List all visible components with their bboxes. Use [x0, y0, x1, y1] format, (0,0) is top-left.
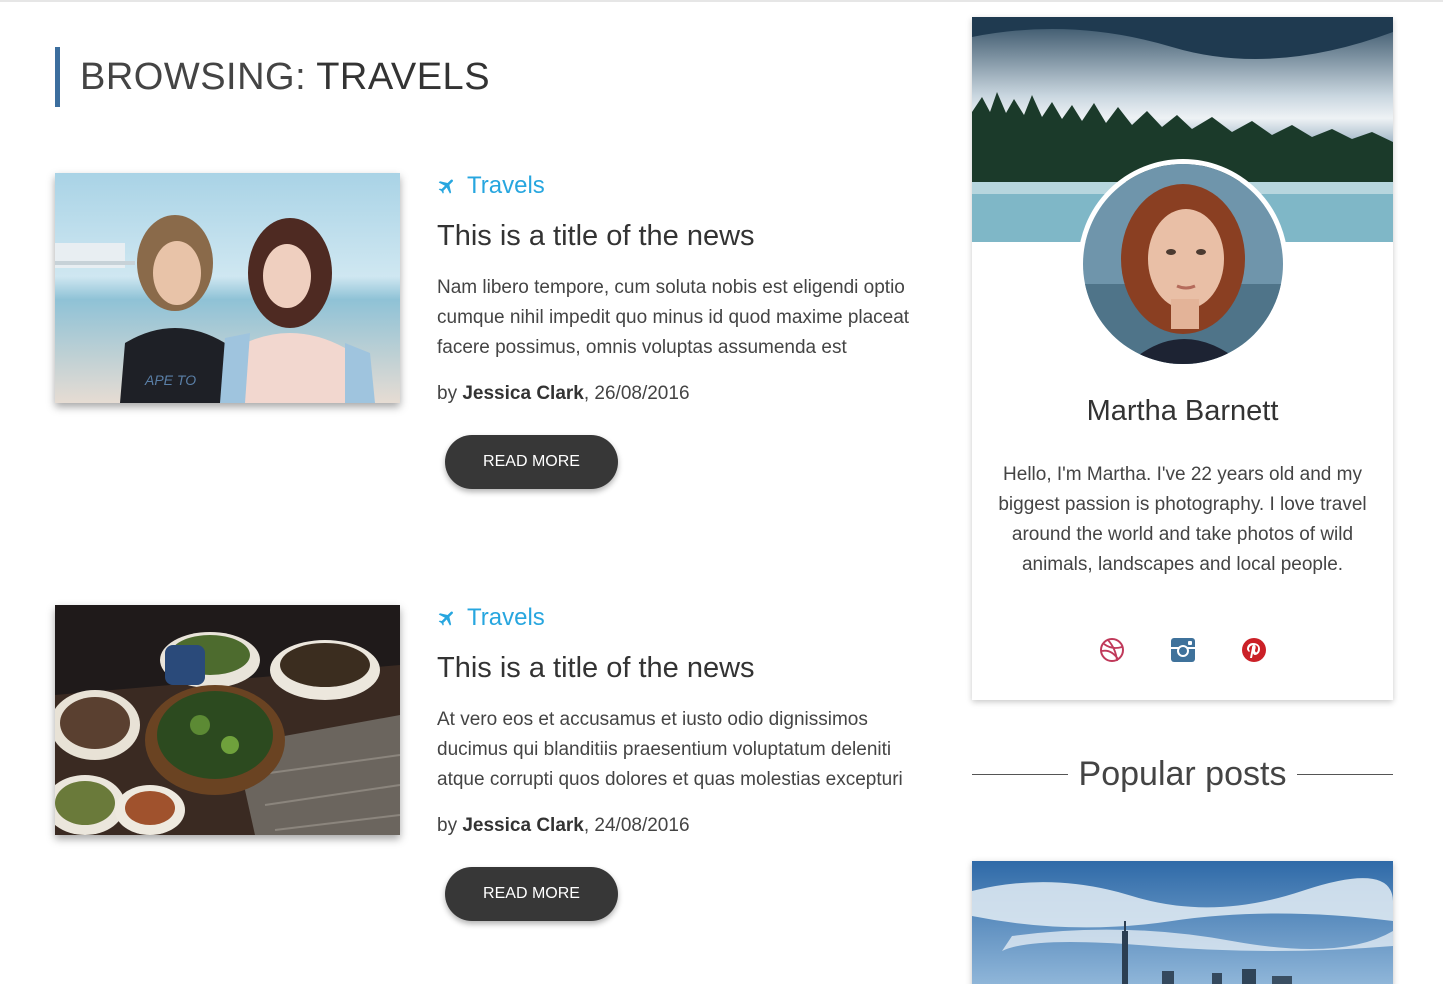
post-card: Travels This is a title of the news At v…	[437, 604, 937, 921]
page-title-term: TRAVELS	[316, 55, 491, 98]
popular-posts-title: Popular posts	[1078, 755, 1287, 793]
page-title-prefix: BROWSING:	[80, 55, 307, 98]
post-date: , 26/08/2016	[583, 383, 690, 404]
instagram-icon[interactable]	[1170, 637, 1196, 663]
airplane-icon	[438, 611, 453, 626]
post-meta: by Jessica Clark, 26/08/2016	[437, 383, 937, 405]
post-by: by	[437, 815, 458, 836]
page-title: BROWSING: TRAVELS	[55, 47, 490, 107]
post-by: by	[437, 383, 458, 404]
profile-bio: Hello, I'm Martha. I've 22 years old and…	[998, 464, 1367, 575]
profile-card: Martha Barnett Hello, I'm Martha. I've 2…	[972, 17, 1393, 700]
post-excerpt: At vero eos et accusamus et iusto odio d…	[437, 709, 903, 790]
popular-posts-heading: Popular posts	[972, 755, 1393, 794]
post-title[interactable]: This is a title of the news	[437, 652, 937, 685]
post-meta: by Jessica Clark, 24/08/2016	[437, 815, 937, 837]
svg-text:APE TO: APE TO	[144, 372, 196, 388]
post-thumbnail[interactable]: APE TO	[55, 173, 400, 403]
post-category-label: Travels	[467, 604, 545, 631]
social-links	[972, 637, 1393, 663]
airplane-icon	[438, 179, 453, 194]
profile-name: Martha Barnett	[1086, 395, 1279, 427]
post-category[interactable]: Travels	[437, 604, 937, 632]
read-more-button[interactable]: READ MORE	[445, 435, 618, 489]
read-more-button[interactable]: READ MORE	[445, 867, 618, 921]
post-category-label: Travels	[467, 172, 545, 199]
post-title[interactable]: This is a title of the news	[437, 220, 937, 253]
pinterest-icon[interactable]	[1241, 637, 1267, 663]
divider	[1297, 774, 1393, 775]
popular-post-thumbnail[interactable]	[972, 861, 1393, 984]
post-author[interactable]: Jessica Clark	[462, 815, 584, 836]
post-excerpt: Nam libero tempore, cum soluta nobis est…	[437, 277, 910, 358]
dribbble-icon[interactable]	[1099, 637, 1125, 663]
avatar[interactable]	[1078, 159, 1288, 369]
divider	[972, 774, 1068, 775]
post-date: , 24/08/2016	[583, 815, 690, 836]
post-thumbnail[interactable]	[55, 605, 400, 835]
top-border	[0, 0, 1443, 2]
post-category[interactable]: Travels	[437, 172, 937, 200]
post-card: Travels This is a title of the news Nam …	[437, 172, 937, 489]
post-author[interactable]: Jessica Clark	[462, 383, 584, 404]
